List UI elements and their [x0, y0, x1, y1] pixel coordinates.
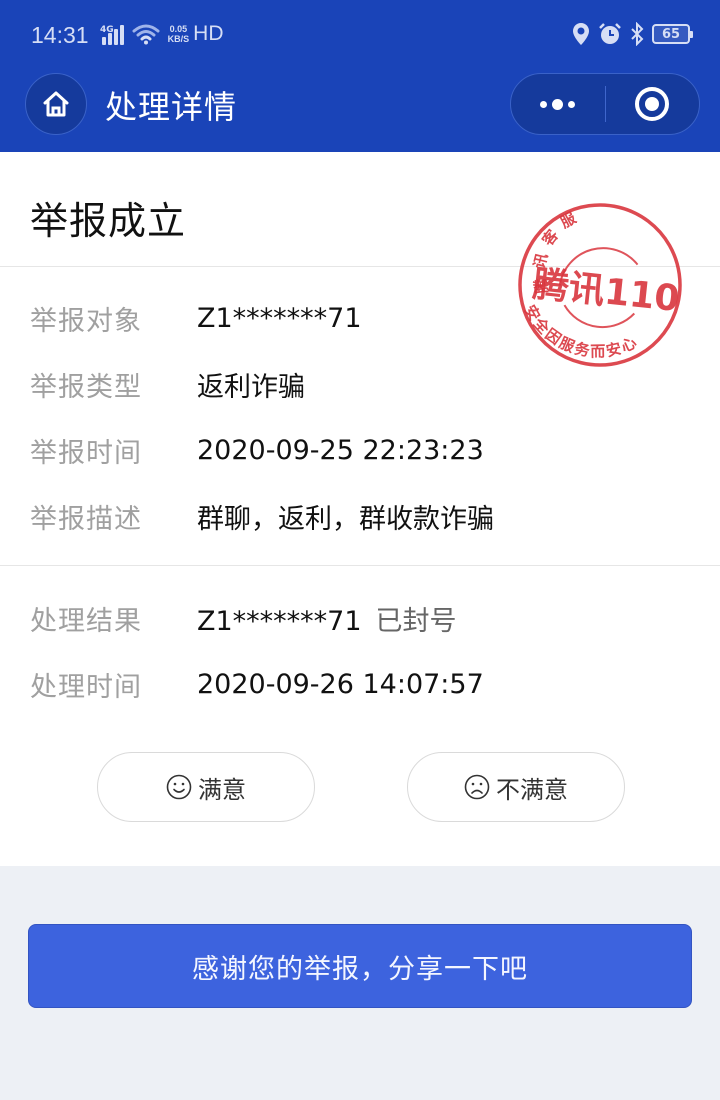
network-speed: 0.05 KB/S — [167, 24, 190, 44]
detail-row-description: 举报描述 群聊，返利，群收款诈骗 — [30, 496, 494, 536]
hd-indicator: HD — [193, 22, 224, 45]
nav-bar: 处理详情 — [0, 72, 720, 152]
satisfied-button[interactable]: 满意 — [97, 752, 315, 822]
location-icon — [573, 23, 589, 45]
result-value: 2020-09-26 14:07:57 — [197, 668, 484, 700]
status-time: 14:31 — [31, 22, 89, 48]
detail-value: 2020-09-25 22:23:23 — [197, 434, 484, 466]
result-label: 处理时间 — [30, 671, 142, 703]
unsatisfied-button[interactable]: 不满意 — [407, 752, 625, 822]
share-label: 感谢您的举报，分享一下吧 — [192, 953, 528, 985]
mini-program-capsule — [510, 73, 700, 135]
home-icon — [43, 91, 69, 117]
status-bar: 14:31 4G 0.05 KB/S HD 65 — [0, 0, 720, 72]
detail-row-type: 举报类型 返利诈骗 — [30, 364, 305, 404]
result-label: 处理结果 — [30, 605, 142, 637]
header: 14:31 4G 0.05 KB/S HD 65 处理详情 — [0, 0, 720, 152]
result-status: 已封号 — [375, 605, 457, 637]
detail-row-target: 举报对象 Z1*******71 — [30, 298, 362, 338]
stamp-center-text: 腾讯110 — [531, 264, 682, 320]
tencent-110-stamp: 腾讯客服 腾讯110 安全因服务而安心 — [518, 203, 682, 370]
alarm-icon — [599, 23, 621, 44]
detail-label: 举报类型 — [30, 371, 142, 403]
cellular-signal-icon: 4G — [100, 23, 124, 45]
detail-label: 举报时间 — [30, 437, 142, 469]
page-title: 处理详情 — [105, 88, 238, 126]
report-status-title: 举报成立 — [30, 199, 187, 243]
detail-value: Z1*******71 — [197, 302, 362, 334]
wifi-icon — [132, 24, 160, 45]
share-button[interactable]: 感谢您的举报，分享一下吧 — [28, 924, 692, 1008]
detail-row-time: 举报时间 2020-09-25 22:23:23 — [30, 430, 484, 470]
result-row-time: 处理时间 2020-09-26 14:07:57 — [30, 664, 484, 704]
result-row-outcome: 处理结果 Z1*******71 已封号 — [30, 598, 457, 638]
target-icon — [635, 87, 670, 121]
smile-icon — [166, 774, 192, 800]
satisfied-label: 满意 — [198, 775, 246, 804]
report-detail-card: 举报成立 腾讯客服 腾讯110 安全因服务而安心 举报对象 Z1*******7… — [0, 152, 720, 866]
more-icon — [540, 98, 576, 110]
home-button[interactable] — [25, 73, 87, 135]
detail-value: 返利诈骗 — [197, 371, 305, 403]
more-button[interactable] — [511, 74, 605, 134]
bluetooth-icon — [631, 22, 644, 46]
frown-icon — [464, 774, 490, 800]
unsatisfied-label: 不满意 — [496, 775, 568, 804]
detail-value: 群聊，返利，群收款诈骗 — [197, 503, 494, 535]
close-program-button[interactable] — [606, 74, 700, 134]
result-value: Z1*******71 — [197, 605, 362, 637]
detail-label: 举报对象 — [30, 305, 142, 337]
divider — [0, 565, 720, 566]
detail-label: 举报描述 — [30, 503, 142, 535]
battery-icon: 65 — [652, 24, 693, 44]
